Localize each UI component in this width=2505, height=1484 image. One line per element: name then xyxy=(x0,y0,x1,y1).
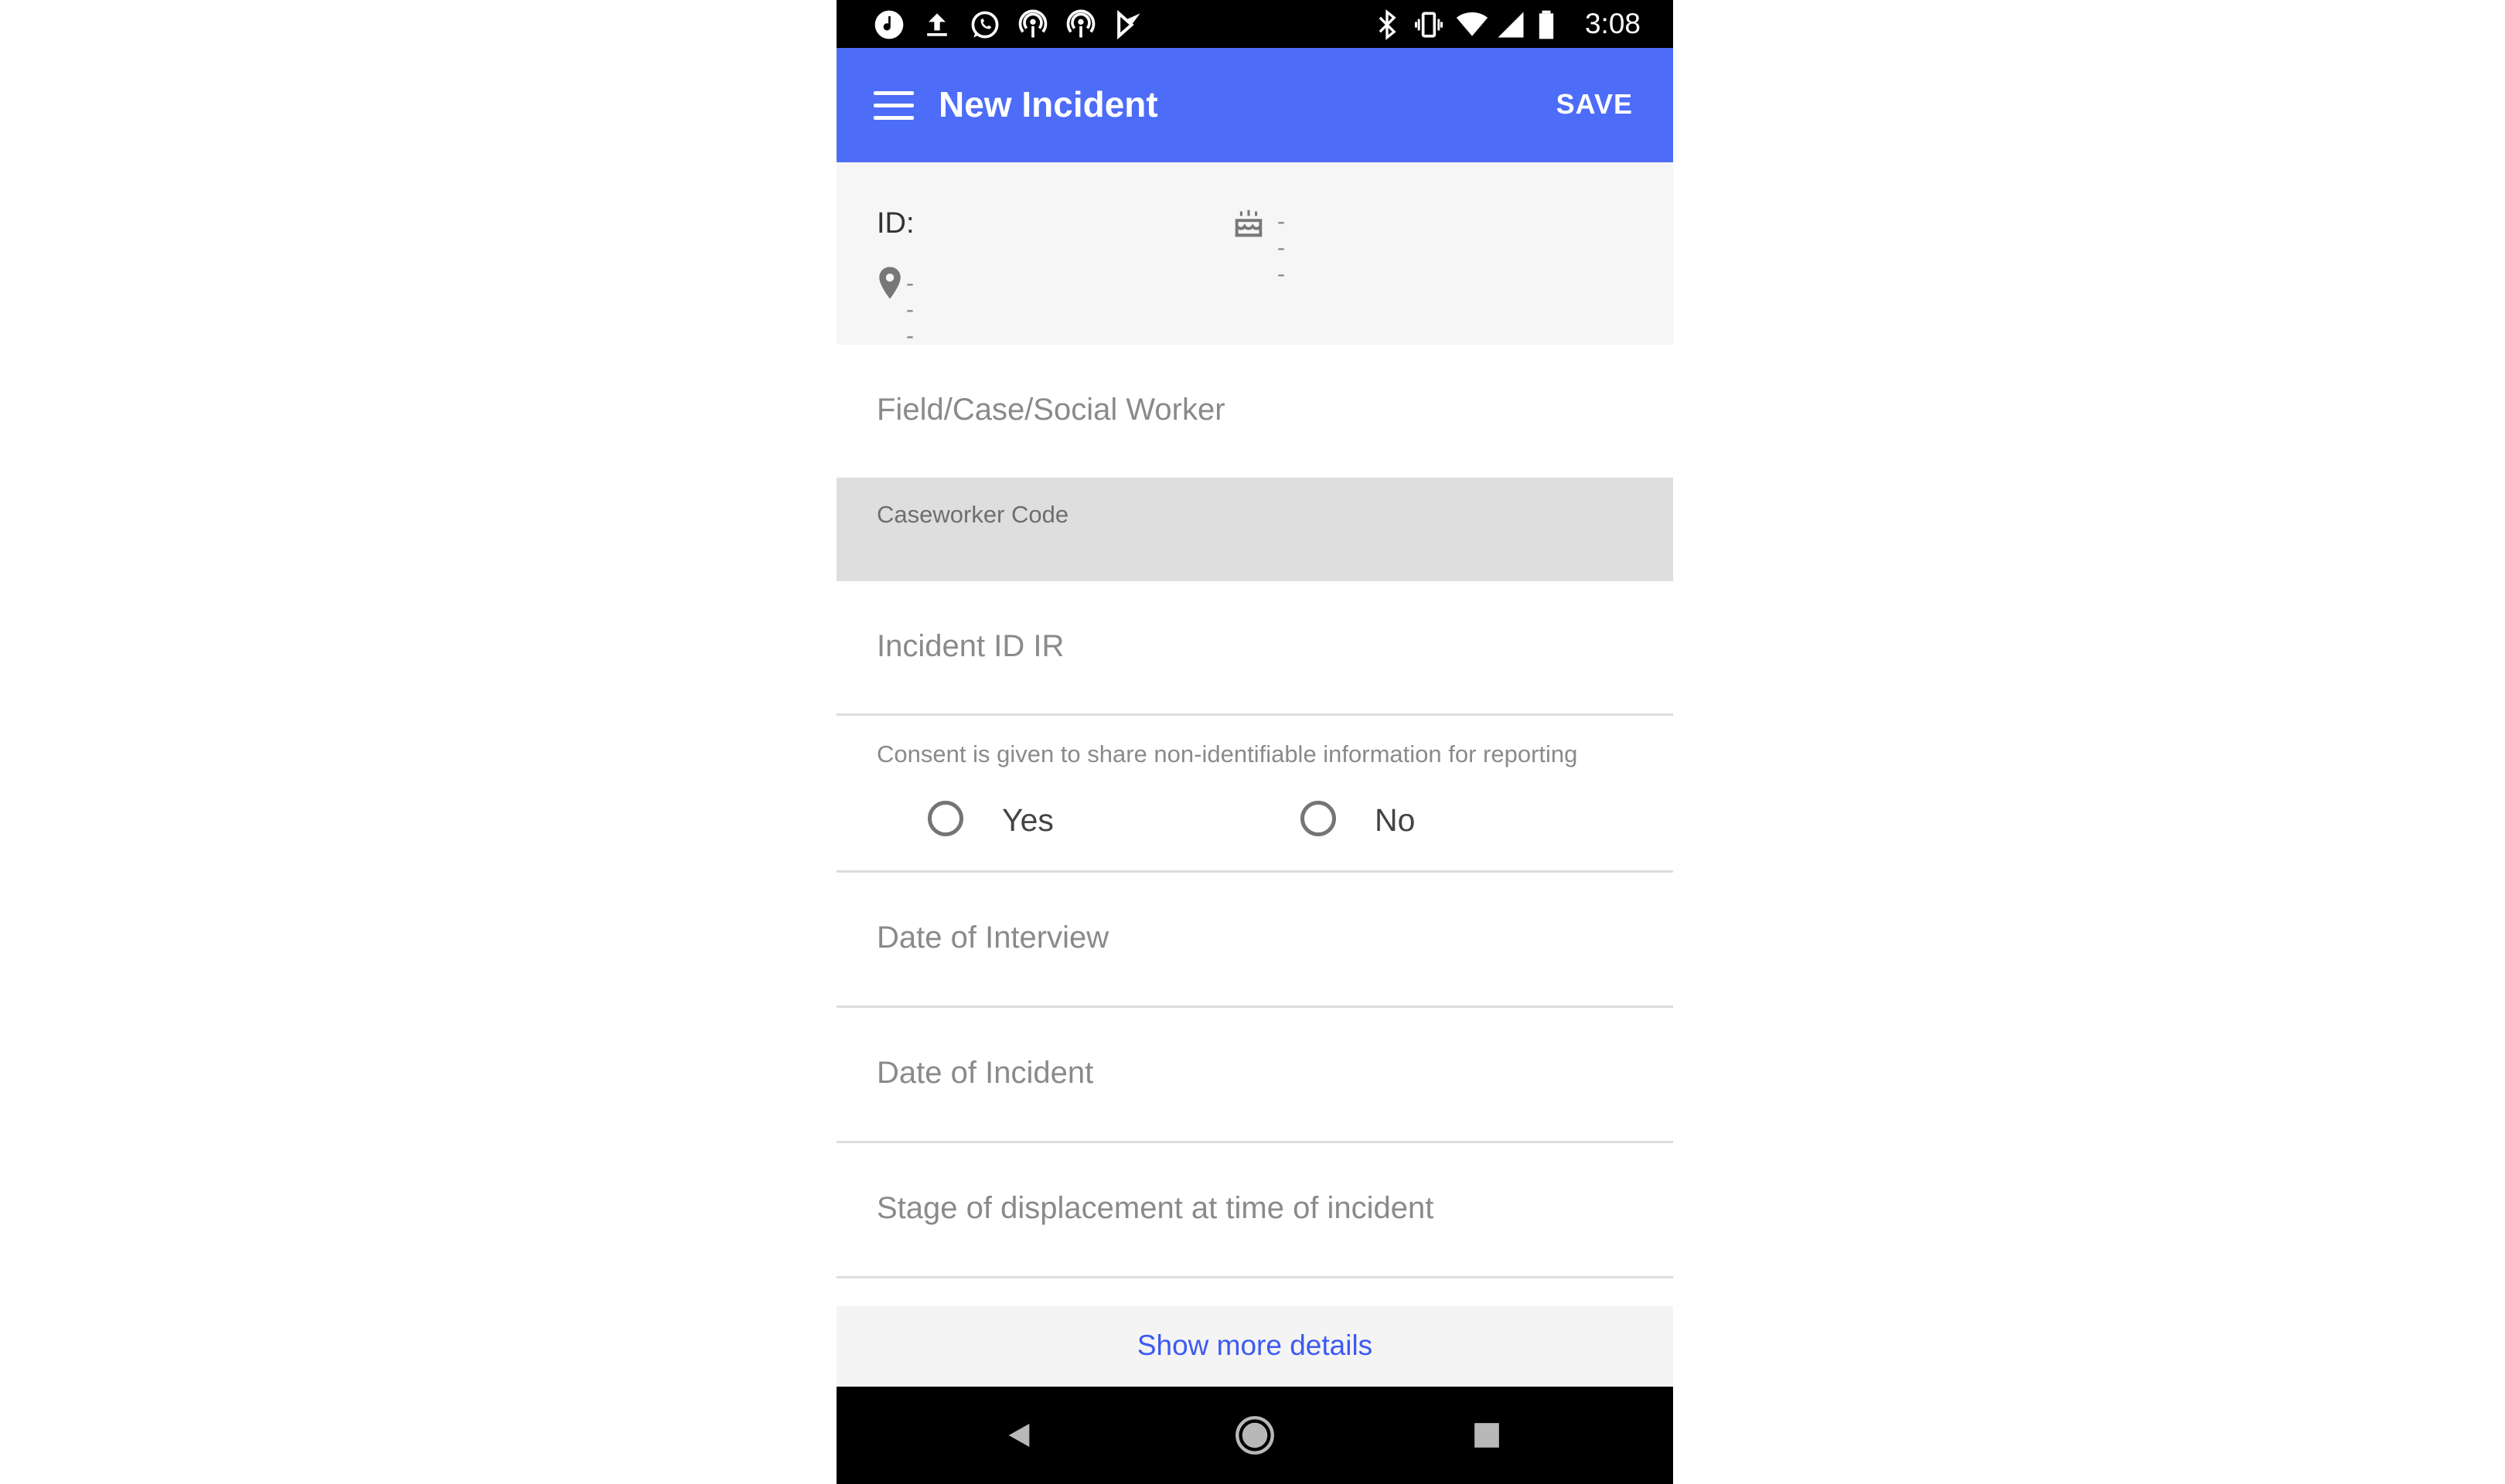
consent-no-label[interactable]: No xyxy=(1375,802,1415,839)
status-time: 3:08 xyxy=(1584,8,1641,39)
page-title: New Incident xyxy=(939,84,1158,124)
caseworker-code-field: Caseworker Code xyxy=(837,478,1673,581)
play-store-icon xyxy=(1117,9,1140,40)
worker-field[interactable]: Field/Case/Social Worker xyxy=(837,345,1673,478)
consent-yes-radio[interactable] xyxy=(928,801,963,836)
incident-date-label: Date of Incident xyxy=(877,1056,1094,1090)
whatsapp-icon xyxy=(971,11,999,39)
recents-icon[interactable] xyxy=(1472,1421,1501,1450)
signal-icon xyxy=(1498,12,1524,38)
podcast-icon xyxy=(1018,9,1048,38)
incident-date-field[interactable]: Date of Incident xyxy=(837,1008,1673,1143)
status-bar: 3:08 xyxy=(837,0,1673,48)
bluetooth-icon xyxy=(1379,9,1396,40)
consent-yes-label[interactable]: Yes xyxy=(1002,802,1054,839)
displacement-stage-label: Stage of displacement at time of inciden… xyxy=(877,1191,1434,1225)
consent-question: Consent is given to share non-identifiab… xyxy=(877,740,1578,768)
worker-field-label: Field/Case/Social Worker xyxy=(877,393,1225,427)
app-bar: New Incident SAVE xyxy=(837,48,1673,162)
upload-icon xyxy=(927,13,947,36)
vibrate-icon xyxy=(1415,12,1443,38)
caseworker-code-label: Caseworker Code xyxy=(877,501,1069,528)
divider xyxy=(837,1276,1673,1278)
phone-screen: 3:08 New Incident SAVE ID: --- --- Field… xyxy=(837,0,1673,1484)
save-button[interactable]: SAVE xyxy=(1556,88,1633,121)
interview-date-label: Date of Interview xyxy=(877,921,1109,955)
location-pin-icon xyxy=(879,267,901,299)
displacement-stage-field[interactable]: Stage of displacement at time of inciden… xyxy=(837,1143,1673,1278)
incident-id-field[interactable]: Incident ID IR xyxy=(837,581,1673,716)
birthday-value: --- xyxy=(1277,209,1285,287)
music-note-icon xyxy=(874,10,904,39)
back-icon[interactable] xyxy=(1004,1420,1034,1451)
podcast-icon xyxy=(1066,9,1096,38)
incident-summary-panel: ID: --- --- xyxy=(837,162,1673,349)
location-value: --- xyxy=(906,271,914,349)
consent-no-radio[interactable] xyxy=(1300,801,1336,836)
show-more-bar: Show more details xyxy=(837,1306,1673,1387)
wifi-icon xyxy=(1456,12,1488,36)
hamburger-menu-icon[interactable] xyxy=(874,91,914,121)
divider xyxy=(837,713,1673,716)
show-more-details-link[interactable]: Show more details xyxy=(837,1329,1673,1362)
battery-icon xyxy=(1539,10,1554,39)
navigation-bar xyxy=(837,1387,1673,1484)
incident-id-label: Incident ID IR xyxy=(877,629,1065,663)
home-icon[interactable] xyxy=(1235,1415,1275,1455)
interview-date-field[interactable]: Date of Interview xyxy=(837,873,1673,1008)
id-label: ID: xyxy=(877,207,915,240)
cake-icon xyxy=(1235,209,1263,237)
